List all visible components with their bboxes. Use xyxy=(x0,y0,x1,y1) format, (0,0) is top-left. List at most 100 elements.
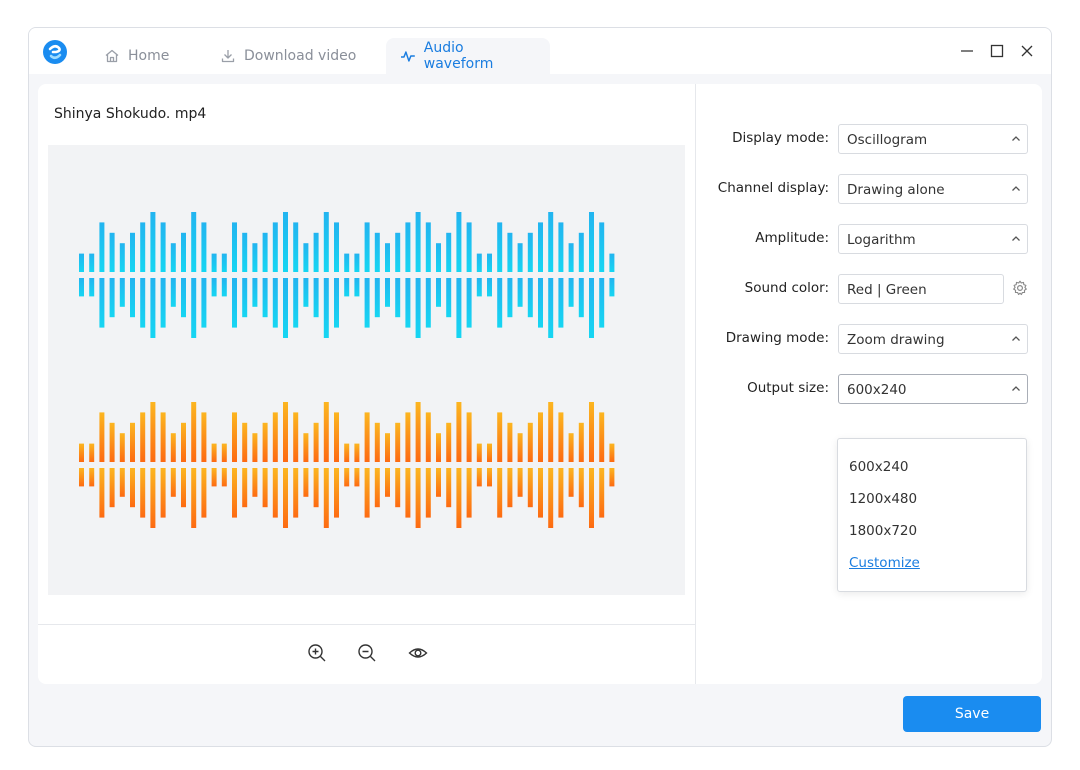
waveform-bar xyxy=(354,253,360,272)
waveform-bar xyxy=(578,278,584,318)
tab-audio-waveform[interactable]: Audio waveform xyxy=(386,38,550,74)
output-size-option[interactable]: 600x240 xyxy=(849,459,909,475)
waveform-bar xyxy=(446,422,452,462)
waveform-bar xyxy=(140,222,146,272)
output-size-select[interactable]: 600x240 xyxy=(838,374,1028,404)
waveform-bar xyxy=(303,433,309,462)
output-size-option[interactable]: 1200x480 xyxy=(849,491,917,507)
channel-display-select[interactable]: Drawing alone xyxy=(838,174,1028,204)
sound-color-value: Red | Green xyxy=(847,282,927,298)
waveform-bottom-channel xyxy=(79,402,615,528)
channel-display-label: Channel display: xyxy=(717,180,829,196)
waveform-bar xyxy=(568,278,574,307)
amplitude-value: Logarithm xyxy=(847,232,916,248)
waveform-bar xyxy=(589,402,594,462)
waveform-bar xyxy=(323,212,329,272)
waveform-bar xyxy=(589,278,594,338)
waveform-bar xyxy=(181,422,186,462)
waveform-bar xyxy=(313,422,319,462)
waveform-bar xyxy=(344,443,350,462)
waveform-bar xyxy=(487,468,492,487)
waveform-bar xyxy=(415,278,421,338)
waveform-bar xyxy=(89,468,95,487)
zoom-out-icon xyxy=(358,644,376,662)
waveform-bar xyxy=(425,468,431,518)
waveform-bar xyxy=(283,212,288,272)
waveform-bar xyxy=(160,412,166,462)
waveform-bar xyxy=(201,468,207,518)
amplitude-select[interactable]: Logarithm xyxy=(838,224,1028,254)
waveform-graphic xyxy=(79,212,615,528)
waveform-bar xyxy=(558,468,564,518)
waveform-bar xyxy=(293,412,299,462)
waveform-bar xyxy=(538,278,543,328)
waveform-bar xyxy=(517,468,523,497)
waveform-bar xyxy=(599,412,605,462)
zoom-in-button[interactable] xyxy=(305,641,329,665)
waveform-bar xyxy=(252,433,258,462)
tab-download-label: Download video xyxy=(244,48,357,64)
output-size-option[interactable]: 1800x720 xyxy=(849,523,917,539)
waveform-bar xyxy=(456,212,462,272)
display-mode-select[interactable]: Oscillogram xyxy=(838,124,1028,154)
waveform-bar xyxy=(303,468,309,497)
waveform-bar xyxy=(130,232,135,272)
waveform-bar xyxy=(578,422,584,462)
file-name: Shinya Shokudo. mp4 xyxy=(54,106,207,122)
drawing-mode-select[interactable]: Zoom drawing xyxy=(838,324,1028,354)
waveform-bar xyxy=(497,278,503,328)
drawing-mode-label: Drawing mode: xyxy=(725,330,829,346)
output-size-dropdown: 600x240 1200x480 1800x720 Customize xyxy=(837,438,1027,592)
sound-color-field[interactable]: Red | Green xyxy=(838,274,1004,304)
tab-home-label: Home xyxy=(128,48,170,64)
waveform-bar xyxy=(374,422,380,462)
maximize-icon xyxy=(990,44,1004,58)
waveform-bar xyxy=(99,222,105,272)
waveform-bar xyxy=(191,278,197,338)
waveform-bar xyxy=(181,232,186,272)
gear-icon[interactable] xyxy=(1012,280,1028,296)
download-icon xyxy=(221,50,235,63)
waveform-bar xyxy=(283,402,288,462)
waveform-bar xyxy=(527,422,533,462)
waveform-bar xyxy=(242,468,248,508)
waveform-bar xyxy=(119,278,125,307)
tab-download-video[interactable]: Download video xyxy=(206,38,370,74)
waveform-bar xyxy=(507,468,513,508)
output-size-row: Output size: 600x240 xyxy=(696,374,1043,404)
waveform-bar xyxy=(578,232,584,272)
waveform-bar xyxy=(364,412,370,462)
home-icon xyxy=(105,49,119,63)
waveform-bar xyxy=(446,278,452,318)
waveform-bar xyxy=(211,278,217,297)
minimize-button[interactable] xyxy=(956,40,978,62)
maximize-button[interactable] xyxy=(986,40,1008,62)
save-button[interactable]: Save xyxy=(903,696,1041,732)
sound-color-label: Sound color: xyxy=(744,280,829,296)
amplitude-row: Amplitude: Logarithm xyxy=(696,224,1043,254)
customize-link[interactable]: Customize xyxy=(849,555,920,571)
waveform-bar xyxy=(119,468,125,497)
waveform-bar xyxy=(456,278,462,338)
waveform-bar xyxy=(293,222,299,272)
close-icon xyxy=(1021,45,1033,57)
waveform-bar xyxy=(232,222,237,272)
waveform-bar xyxy=(609,278,615,297)
waveform-bar xyxy=(119,243,125,272)
waveform-bar xyxy=(109,422,115,462)
waveform-bar xyxy=(568,468,574,497)
waveform-bar xyxy=(374,278,380,318)
waveform-bar xyxy=(119,433,125,462)
tab-home[interactable]: Home xyxy=(90,38,183,74)
waveform-bar xyxy=(272,468,278,518)
waveform-bar xyxy=(507,278,513,318)
waveform-bar xyxy=(548,212,554,272)
waveform-bar xyxy=(150,278,156,338)
waveform-bar xyxy=(181,278,186,318)
close-button[interactable] xyxy=(1016,40,1038,62)
zoom-out-button[interactable] xyxy=(355,641,379,665)
preview-button[interactable] xyxy=(406,641,430,665)
waveform-bar xyxy=(191,468,197,528)
waveform-bar xyxy=(140,468,146,518)
waveform-bar xyxy=(466,468,472,518)
